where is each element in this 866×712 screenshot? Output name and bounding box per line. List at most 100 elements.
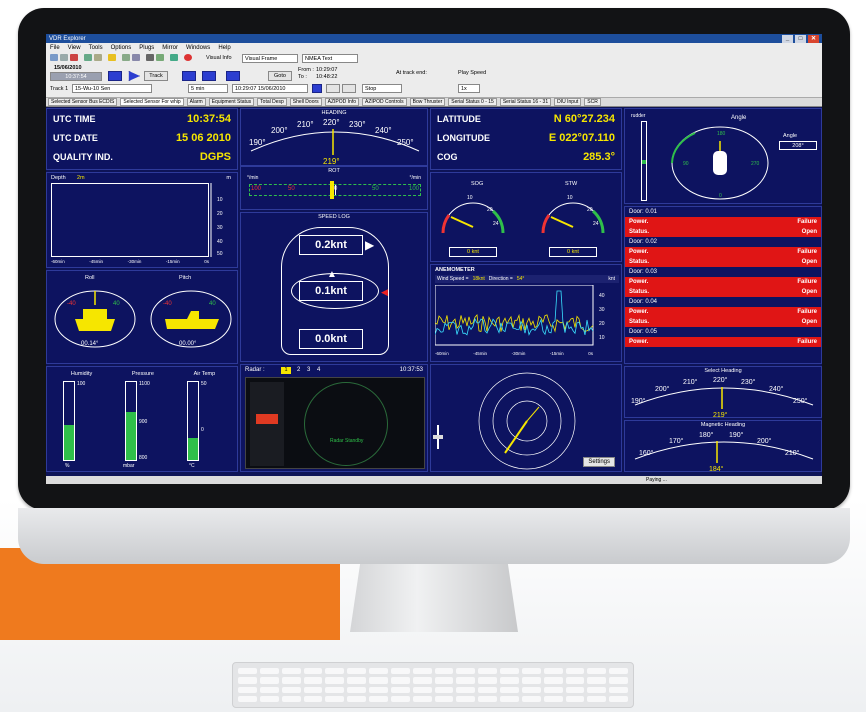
tab-azipod-controls[interactable]: AZIPOD Controls xyxy=(362,98,407,106)
tab-total-desp[interactable]: Total Desp xyxy=(257,98,287,106)
key xyxy=(456,686,476,693)
speed-log-panel: SPEED LOG 0.2knt 0.1knt 0.0knt ▶ ▲ ◀ xyxy=(240,212,428,362)
undo-icon[interactable] xyxy=(122,54,130,61)
stop-record-icon[interactable] xyxy=(184,54,192,61)
radar-channel-1[interactable]: 1 xyxy=(281,367,291,374)
depth-x-tick: -45min xyxy=(89,259,104,264)
menu-view[interactable]: View xyxy=(68,45,81,51)
menu-windows[interactable]: Windows xyxy=(186,45,210,51)
range-select[interactable]: 5 min xyxy=(188,84,228,93)
humidity-title: Humidity xyxy=(70,371,93,377)
humidity-max: 100 xyxy=(77,381,86,387)
depth-tick-30: 30 xyxy=(217,225,223,231)
calendar-icon[interactable] xyxy=(312,84,322,93)
heading-tick-250: 250° xyxy=(397,138,414,147)
heading-tick-200: 200° xyxy=(271,126,288,135)
goto-button[interactable]: Goto xyxy=(268,71,292,81)
radar-channel-4[interactable]: 4 xyxy=(317,367,320,373)
grid-icon[interactable] xyxy=(146,54,154,61)
tab-bow-thruster[interactable]: Bow Thruster xyxy=(409,98,446,106)
visual-select[interactable]: Visual Frame xyxy=(242,54,298,63)
select-heading-tick: 200° xyxy=(655,385,670,393)
maximize-icon[interactable]: □ xyxy=(795,34,806,43)
settings-button[interactable]: Settings xyxy=(583,457,615,467)
redo-icon[interactable] xyxy=(132,54,140,61)
heading-tick-230: 230° xyxy=(349,120,366,129)
heading-value: 219° xyxy=(323,157,340,166)
cog-value: 285.3° xyxy=(583,150,615,163)
door-status-state: Open xyxy=(801,289,817,295)
tab-equipment-status[interactable]: Equipment Status xyxy=(208,98,255,106)
tab-azipod-info[interactable]: AZIPOD Info xyxy=(324,98,359,106)
bookmark-icon[interactable] xyxy=(108,54,116,61)
radar-channel-3[interactable]: 3 xyxy=(307,367,310,373)
key xyxy=(390,695,410,702)
sog-needle xyxy=(450,216,474,228)
print-icon[interactable] xyxy=(70,54,78,61)
step-back-button[interactable] xyxy=(182,71,196,81)
utc-time-value: 10:37:54 xyxy=(186,112,231,125)
radar-channel-2[interactable]: 2 xyxy=(297,367,300,373)
paste-icon[interactable] xyxy=(94,54,102,61)
key xyxy=(587,677,607,684)
tab-shell-doors[interactable]: Shell Doors xyxy=(289,98,322,106)
copy-icon[interactable] xyxy=(84,54,92,61)
close-icon[interactable]: ✕ xyxy=(808,34,819,43)
track-button[interactable]: Track xyxy=(144,71,168,81)
layout-icon[interactable] xyxy=(156,54,164,61)
key xyxy=(609,686,628,693)
door-status-state: Open xyxy=(801,319,817,325)
step-forward-button[interactable] xyxy=(202,71,216,81)
depth-value: 2m xyxy=(77,175,85,181)
at-end-select[interactable]: Stop xyxy=(362,84,402,93)
heading-tick-190: 190° xyxy=(249,138,266,147)
tab-scr[interactable]: SCR xyxy=(584,98,601,106)
select-heading-tick: 230° xyxy=(741,378,756,386)
pitch-port-tick: -40 xyxy=(163,301,172,307)
door-status-row: Status. Open xyxy=(625,317,821,327)
key xyxy=(478,668,497,675)
sog-value: 0 knt xyxy=(449,247,497,257)
open-icon[interactable] xyxy=(50,54,58,61)
menu-help[interactable]: Help xyxy=(218,45,230,51)
menu-plugs[interactable]: Plugs xyxy=(139,45,154,51)
refresh-icon[interactable] xyxy=(170,54,178,61)
range-time-field[interactable]: 10:29:07 15/06/2010 xyxy=(232,84,308,93)
key xyxy=(259,686,279,693)
key xyxy=(325,677,345,684)
tab-diu-input[interactable]: DIU Input xyxy=(554,98,582,106)
tab-serial-status-16[interactable]: Serial Status 16 - 31 xyxy=(499,98,552,106)
window-title: VDR Explorer xyxy=(49,35,86,42)
menu-mirror[interactable]: Mirror xyxy=(162,45,178,51)
tab-alarm[interactable]: Alarm xyxy=(186,98,206,106)
key xyxy=(412,677,432,684)
stw-tick-24: 24 xyxy=(593,221,599,227)
tab-sensor-bus[interactable]: Selected Sensor Bus ECDIS xyxy=(48,98,118,106)
wind-trend-chart: 40 30 20 10 xyxy=(435,285,605,346)
menu-tools[interactable]: Tools xyxy=(89,45,103,51)
tab-serial-status-0[interactable]: Serial Status 0 - 15 xyxy=(448,98,497,106)
skip-button[interactable] xyxy=(226,71,240,81)
radar-screen: Radar Standby xyxy=(245,377,425,469)
minimize-icon[interactable]: _ xyxy=(782,34,793,43)
door-power-state: Failure xyxy=(797,339,817,345)
select-heading-value: 219° xyxy=(713,411,728,419)
prev-button[interactable] xyxy=(326,84,340,93)
next-button[interactable] xyxy=(342,84,356,93)
key xyxy=(390,686,410,693)
tab-sensor-whip[interactable]: Selected Sensor For whip xyxy=(120,98,184,106)
nmea-select[interactable]: NMEA Text xyxy=(302,54,358,63)
key xyxy=(587,668,607,675)
monitor-chin xyxy=(18,508,850,564)
stop-button[interactable] xyxy=(108,71,122,81)
play-speed-select[interactable]: 1x xyxy=(458,84,480,93)
track-select[interactable]: 15-Wu-10 Sen xyxy=(72,84,152,93)
key xyxy=(369,695,388,702)
door-power-row: Power. Failure xyxy=(625,217,821,227)
save-icon[interactable] xyxy=(60,54,68,61)
key xyxy=(434,668,454,675)
menu-file[interactable]: File xyxy=(50,45,60,51)
menu-options[interactable]: Options xyxy=(111,45,132,51)
key xyxy=(609,695,628,702)
play-button[interactable] xyxy=(128,71,140,81)
